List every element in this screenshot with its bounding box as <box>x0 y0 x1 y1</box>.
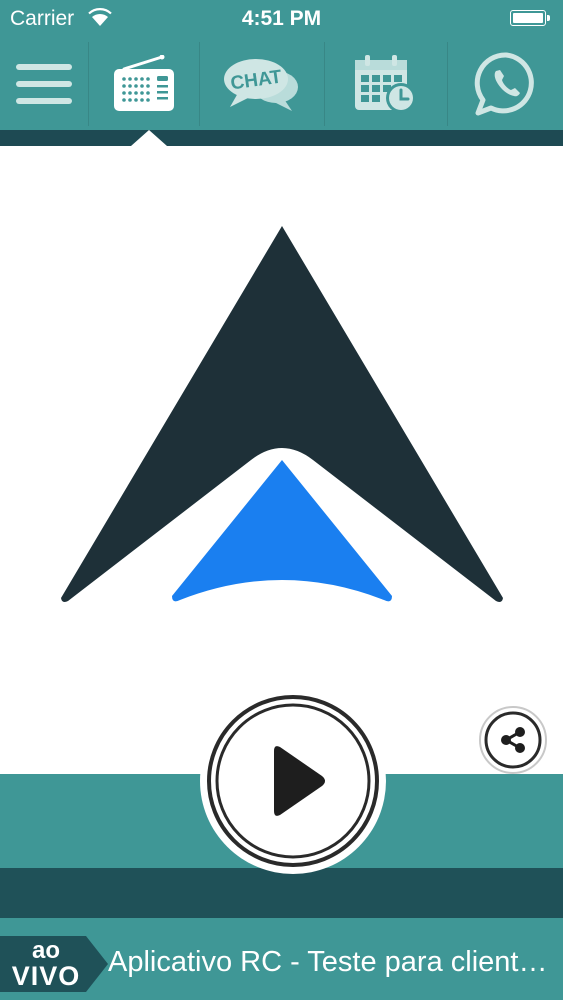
active-tab-pointer <box>131 130 167 146</box>
top-bar: Carrier 4:51 PM CHAT <box>0 0 563 130</box>
status-time: 4:51 PM <box>241 7 322 30</box>
now-playing-title: Aplicativo RC - Teste para clientes <box>108 946 548 978</box>
whatsapp-icon <box>474 52 534 116</box>
nav-whatsapp-button[interactable] <box>448 38 563 130</box>
header-shadow-band <box>0 130 563 146</box>
nav-chat-button[interactable]: CHAT <box>200 38 324 130</box>
live-badge-line1: ao <box>31 937 60 964</box>
menu-icon <box>16 64 72 104</box>
status-bar: Carrier 4:51 PM <box>0 0 563 38</box>
radio-icon <box>114 55 174 111</box>
battery-icon <box>510 10 550 26</box>
nav-bar: CHAT <box>0 38 563 130</box>
nav-menu-button[interactable] <box>0 38 88 130</box>
share-icon <box>479 706 547 774</box>
play-button[interactable] <box>200 688 386 874</box>
live-badge-text: ao VIVO <box>6 936 86 992</box>
player-dark-band <box>0 868 563 918</box>
station-logo-icon <box>61 226 503 602</box>
calendar-icon <box>355 55 416 113</box>
nav-radio-button[interactable] <box>89 38 199 130</box>
chat-icon: CHAT <box>224 59 298 111</box>
share-button[interactable] <box>478 705 548 775</box>
live-badge-line2: VIVO <box>11 961 81 991</box>
nav-calendar-button[interactable] <box>325 38 447 130</box>
play-icon <box>207 695 379 867</box>
